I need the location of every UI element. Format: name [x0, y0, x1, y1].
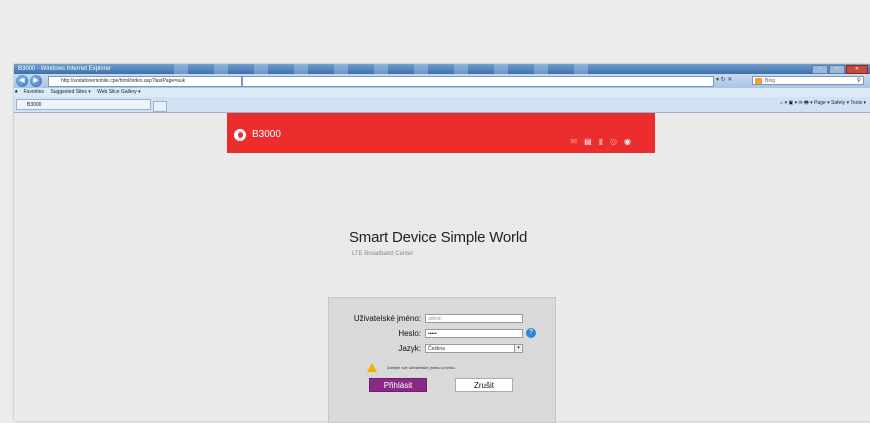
login-panel: Uživatelské jméno: admin Heslo: ••••• ? … [328, 297, 556, 423]
sim-icon: ▤ [584, 137, 592, 146]
browser-window: B3000 - Windows Internet Explorer – □ ✕ … [14, 64, 870, 423]
signal-icon: ▮ [598, 137, 604, 146]
maximize-button[interactable]: □ [829, 65, 845, 74]
command-bar-menus[interactable]: Page ▾ Safety ▾ Tools ▾ [814, 100, 866, 106]
warning-text: Zadejte své uživatelské jméno a heslo. [387, 365, 456, 370]
language-value: Čeština [428, 346, 445, 352]
window-title: B3000 - Windows Internet Explorer [18, 66, 112, 72]
status-icons: ✉ ▤ ▮ ◎ ◉ [570, 137, 631, 146]
password-input[interactable]: ••••• [425, 329, 523, 338]
window-controls: – □ ✕ [812, 65, 868, 74]
chevron-down-icon[interactable]: ▾ [514, 345, 522, 352]
warning-icon [367, 363, 377, 372]
web-slice-gallery-link[interactable]: Web Slice Gallery ▾ [97, 89, 141, 95]
search-input[interactable]: Bing ⚲ [752, 76, 864, 85]
address-bar[interactable]: http://vodafonemobile.cpe/html/index.asp… [48, 76, 242, 87]
title-bar: B3000 - Windows Internet Explorer – □ ✕ [14, 64, 870, 74]
address-row: ◀ ▶ http://vodafonemobile.cpe/html/index… [14, 74, 870, 88]
favorites-bar: ★ Favorites Suggested Sites ▾ Web Slice G… [14, 88, 870, 97]
forward-icon[interactable]: ▶ [30, 75, 42, 87]
suggested-sites-link[interactable]: Suggested Sites ▾ [50, 89, 90, 95]
slogan: Smart Device Simple World [349, 229, 528, 246]
close-button[interactable]: ✕ [846, 65, 868, 74]
search-icon[interactable]: ⚲ [857, 77, 861, 86]
globe-icon: ◎ [610, 137, 618, 146]
minimize-button[interactable]: – [812, 65, 828, 74]
star-icon: ★ [14, 89, 19, 95]
desktop-background [0, 0, 870, 64]
command-bar[interactable]: ⌂ ▾ ▣ ▾ ✉ 🖶 ▾ Page ▾ Safety ▾ Tools ▾ [780, 100, 866, 108]
wifi-icon: ◉ [624, 137, 631, 146]
bing-icon [755, 78, 762, 84]
subtitle: LTE Broadband Center [352, 251, 414, 257]
tab-row: B3000 ⌂ ▾ ▣ ▾ ✉ 🖶 ▾ Page ▾ Safety ▾ Tool… [14, 97, 870, 113]
page-content: B3000 ✉ ▤ ▮ ◎ ◉ Smart Device Simple Worl… [14, 113, 870, 423]
router-header: B3000 ✉ ▤ ▮ ◎ ◉ [227, 113, 655, 153]
language-select[interactable]: Čeština ▾ [425, 344, 523, 353]
tab-b3000[interactable]: B3000 [16, 99, 151, 110]
login-button[interactable]: Přihlásit [369, 378, 427, 392]
search-engine-label: Bing [765, 78, 776, 84]
address-bar-fill [242, 76, 714, 87]
cancel-button[interactable]: Zrušit [455, 378, 513, 392]
language-label: Jazyk: [398, 344, 421, 353]
taskbar-ghosts [174, 64, 624, 74]
address-tools[interactable]: ▾ ↻ ✕ [716, 76, 732, 83]
vodafone-logo-icon [234, 129, 246, 141]
router-brand: B3000 [252, 129, 281, 140]
username-label: Uživatelské jméno: [353, 314, 421, 323]
help-icon[interactable]: ? [526, 328, 536, 338]
password-label: Heslo: [398, 329, 421, 338]
new-tab-button[interactable] [153, 101, 167, 112]
favorites-button[interactable]: Favorites [23, 89, 44, 95]
back-icon[interactable]: ◀ [16, 75, 28, 87]
username-input[interactable]: admin [425, 314, 523, 323]
mail-icon: ✉ [570, 137, 578, 146]
